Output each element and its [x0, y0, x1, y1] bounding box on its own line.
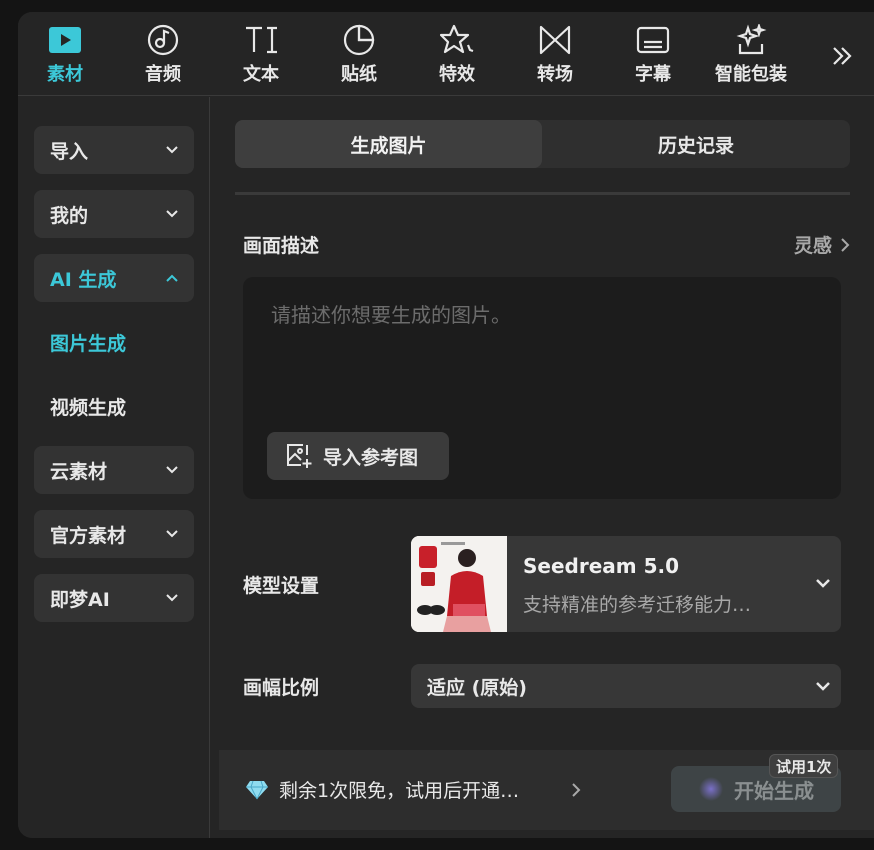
chevron-up-icon [166, 274, 178, 282]
chevron-right-icon[interactable] [571, 782, 581, 798]
toolbar-label: 转场 [537, 64, 573, 85]
inspiration-link[interactable]: 灵感 [794, 231, 850, 258]
chevron-down-icon [166, 466, 178, 474]
smart-pack-icon [733, 22, 769, 58]
chevron-down-icon [166, 146, 178, 154]
import-reference-label: 导入参考图 [323, 446, 419, 469]
main-panel: 生成图片 历史记录 画面描述 灵感 请描述你想要生成的图片。 导入参考图 模型设… [211, 97, 874, 838]
free-trial-link[interactable]: 剩余1次限免，试用后开通… [279, 776, 519, 803]
description-placeholder: 请描述你想要生成的图片。 [271, 303, 511, 327]
sidebar-item-label: 我的 [50, 204, 89, 227]
tab-history[interactable]: 历史记录 [542, 120, 850, 168]
model-thumbnail [411, 536, 507, 632]
chevron-down-icon [816, 682, 830, 691]
toolbar-smart-pack[interactable]: 智能包装 [706, 22, 796, 92]
toolbar-label: 贴纸 [341, 64, 377, 85]
chevron-down-icon [816, 579, 830, 588]
divider [235, 192, 850, 195]
media-play-icon [47, 22, 83, 58]
sidebar-item-ai-generate[interactable]: AI 生成 [34, 254, 194, 302]
transition-icon [537, 22, 573, 58]
toolbar-label: 字幕 [635, 64, 671, 85]
effects-star-icon [439, 22, 475, 58]
image-add-icon [287, 444, 312, 468]
inspiration-label: 灵感 [793, 235, 832, 257]
chevron-right-icon [841, 237, 850, 252]
ratio-section-label: 画幅比例 [243, 677, 320, 699]
model-description: 支持精准的参考迁移能力… [523, 594, 752, 616]
sidebar-item-jimeng[interactable]: 即梦AI [34, 574, 194, 622]
import-reference-button[interactable]: 导入参考图 [267, 432, 449, 480]
tab-generate-image[interactable]: 生成图片 [235, 120, 542, 168]
double-chevron-right-icon[interactable] [826, 40, 858, 72]
chevron-down-icon [166, 594, 178, 602]
model-select[interactable]: Seedream 5.0 支持精准的参考迁移能力… [411, 536, 841, 632]
top-toolbar: 素材 音频 文本 贴纸 特效 转场 字幕 智能包装 [18, 12, 874, 96]
sidebar-item-import[interactable]: 导入 [34, 126, 194, 174]
sidebar-item-label: 导入 [50, 140, 89, 163]
sidebar-item-label: AI 生成 [50, 268, 117, 291]
toolbar-label: 文本 [243, 64, 279, 85]
model-name: Seedream 5.0 [523, 554, 680, 578]
sidebar-item-mine[interactable]: 我的 [34, 190, 194, 238]
model-section-label: 模型设置 [243, 575, 320, 597]
description-textarea[interactable]: 请描述你想要生成的图片。 导入参考图 [243, 277, 841, 499]
audio-disc-icon [145, 22, 181, 58]
sidebar-sub-image-generate[interactable]: 图片生成 [50, 329, 126, 356]
aspect-ratio-value: 适应 (原始) [427, 676, 527, 699]
toolbar-media[interactable]: 素材 [20, 22, 110, 92]
chevron-down-icon [166, 530, 178, 538]
generate-label: 开始生成 [734, 778, 814, 803]
subtitle-icon [635, 22, 671, 58]
footer-bar: 剩余1次限免，试用后开通… 开始生成 试用1次 [219, 750, 874, 830]
sidebar-item-label: 官方素材 [50, 524, 127, 547]
diamond-icon [246, 780, 268, 800]
sidebar-item-label: 云素材 [50, 460, 108, 483]
tab-bar: 生成图片 历史记录 [235, 120, 850, 168]
sidebar-item-cloud[interactable]: 云素材 [34, 446, 194, 494]
toolbar-text[interactable]: 文本 [216, 22, 306, 92]
editor-window: 素材 音频 文本 贴纸 特效 转场 字幕 智能包装 导入 我的 AI 生成 图片… [18, 12, 874, 838]
sidebar-item-label: 即梦AI [50, 588, 110, 611]
aspect-ratio-select[interactable]: 适应 (原始) [411, 664, 841, 708]
sticker-icon [341, 22, 377, 58]
toolbar-label: 特效 [439, 64, 475, 85]
sidebar-item-official[interactable]: 官方素材 [34, 510, 194, 558]
toolbar-label: 素材 [47, 64, 83, 85]
text-ti-icon [243, 22, 279, 58]
toolbar-label: 音频 [145, 64, 181, 85]
desc-section-label: 画面描述 [243, 235, 320, 257]
toolbar-label: 智能包装 [715, 64, 787, 85]
toolbar-subtitle[interactable]: 字幕 [608, 22, 698, 92]
toolbar-audio[interactable]: 音频 [118, 22, 208, 92]
free-trial-text: 剩余1次限免，试用后开通… [279, 780, 520, 802]
sidebar-sub-video-generate[interactable]: 视频生成 [50, 393, 126, 420]
sidebar: 导入 我的 AI 生成 图片生成 视频生成 云素材 官方素材 即梦AI [18, 97, 210, 838]
trial-badge: 试用1次 [769, 754, 839, 778]
chevron-down-icon [166, 210, 178, 218]
toolbar-transition[interactable]: 转场 [510, 22, 600, 92]
toolbar-sticker[interactable]: 贴纸 [314, 22, 404, 92]
ai-orb-icon [699, 777, 723, 801]
toolbar-effects[interactable]: 特效 [412, 22, 502, 92]
